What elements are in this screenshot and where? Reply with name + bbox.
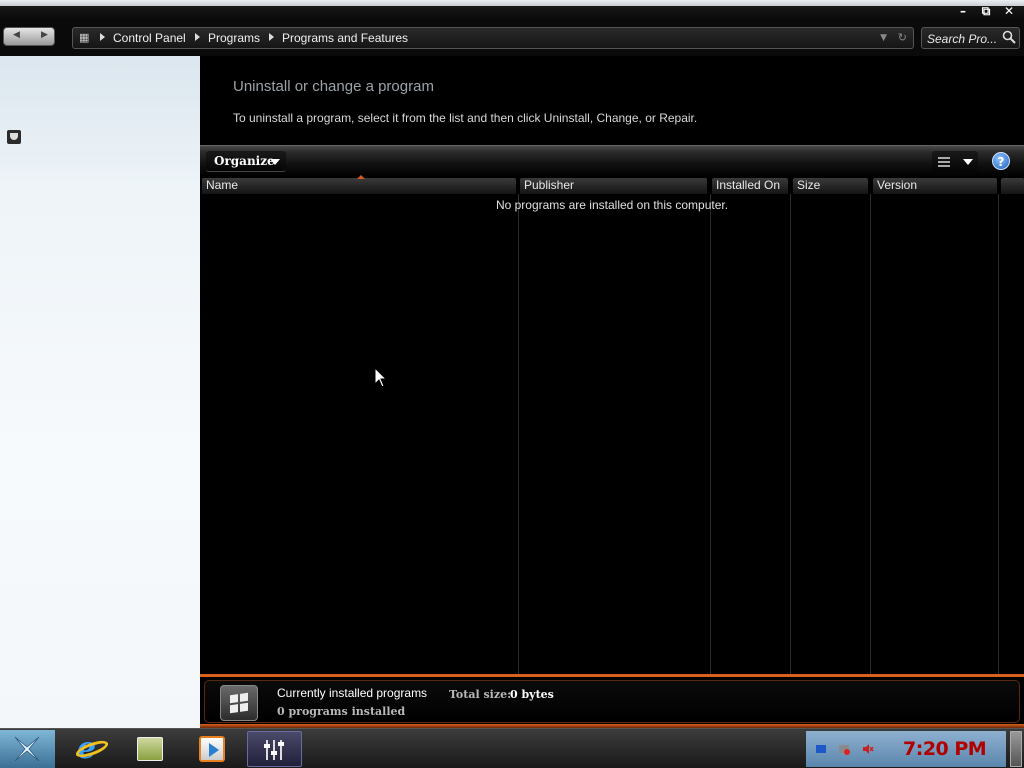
- column-header-name[interactable]: Name: [202, 175, 516, 194]
- show-desktop-button[interactable]: [1010, 731, 1022, 767]
- details-title: Currently installed programs: [277, 686, 428, 700]
- control-panel-icon: [262, 738, 286, 762]
- main-content: Uninstall or change a program To uninsta…: [200, 56, 1024, 728]
- desktop-screen: – ⧉ ✕ ◀ ▶ ▦ Control Panel Programs Progr…: [0, 0, 1024, 768]
- column-divider: [790, 194, 791, 674]
- column-header-label: Name: [206, 178, 239, 192]
- file-explorer-icon: [137, 737, 163, 761]
- close-button[interactable]: ✕: [998, 3, 1020, 19]
- taskbar-media-player[interactable]: [182, 731, 237, 767]
- column-header-size[interactable]: Size: [793, 178, 868, 194]
- column-header-version[interactable]: Version: [873, 178, 997, 194]
- details-panel: Currently installed programs Total size:…: [204, 680, 1020, 723]
- breadcrumb-separator[interactable]: [195, 33, 200, 41]
- organize-label: Organize: [214, 154, 275, 168]
- help-button[interactable]: ?: [992, 152, 1010, 170]
- chevron-down-icon: [963, 159, 973, 165]
- breadcrumb-control-panel[interactable]: Control Panel: [113, 31, 186, 45]
- taskbar: e 7:20 PM: [0, 728, 1024, 768]
- sort-arrow-icon: [357, 175, 365, 179]
- action-center-icon[interactable]: [838, 743, 850, 755]
- breadcrumb-separator[interactable]: [100, 33, 105, 41]
- change-view-button[interactable]: [932, 151, 978, 172]
- search-icon[interactable]: [1002, 30, 1016, 44]
- maximize-button[interactable]: ⧉: [975, 3, 997, 19]
- column-divider: [998, 194, 999, 674]
- back-forward-buttons[interactable]: ◀ ▶: [3, 27, 55, 46]
- back-arrow-icon[interactable]: ◀: [13, 30, 20, 40]
- navigation-pane: [0, 56, 200, 728]
- program-count: 0 programs installed: [277, 705, 406, 718]
- chevron-down-icon: [270, 159, 280, 165]
- column-divider: [870, 194, 871, 674]
- shield-icon[interactable]: [7, 130, 21, 144]
- system-tray: 7:20 PM: [806, 731, 1006, 767]
- refresh-icon[interactable]: ↻: [898, 31, 907, 44]
- column-divider: [518, 194, 519, 674]
- window-titlebar: – ⧉ ✕: [0, 0, 1024, 20]
- mouse-cursor-icon: [374, 367, 388, 388]
- breadcrumb-separator[interactable]: [269, 33, 274, 41]
- forward-arrow-icon[interactable]: ▶: [41, 30, 48, 40]
- taskbar-file-explorer[interactable]: [122, 731, 177, 767]
- volume-muted-icon[interactable]: [862, 743, 874, 755]
- search-input[interactable]: [927, 31, 997, 46]
- organize-button[interactable]: Organize: [206, 151, 286, 172]
- network-icon[interactable]: [815, 743, 827, 755]
- navigation-bar: ◀ ▶ ▦ Control Panel Programs Programs an…: [0, 20, 1024, 56]
- page-title: Uninstall or change a program: [233, 78, 434, 95]
- column-header-publisher[interactable]: Publisher: [520, 178, 707, 194]
- programs-icon: [220, 685, 258, 721]
- view-details-icon: [938, 157, 950, 167]
- breadcrumb-programs-and-features[interactable]: Programs and Features: [282, 31, 408, 45]
- details-pane: Currently installed programs Total size:…: [200, 674, 1024, 728]
- column-header-installed-on[interactable]: Installed On: [712, 178, 788, 194]
- minimize-button[interactable]: –: [952, 3, 974, 19]
- address-dropdown-icon[interactable]: ▼: [880, 33, 887, 43]
- total-size-label: Total size:: [449, 688, 512, 701]
- start-button[interactable]: [0, 730, 55, 768]
- column-header-overflow[interactable]: [1001, 178, 1024, 194]
- media-player-icon: [199, 736, 225, 762]
- control-panel-icon: ▦: [79, 31, 90, 44]
- command-toolbar: Organize ?: [200, 145, 1024, 177]
- start-icon: [14, 736, 40, 762]
- taskbar-control-panel[interactable]: [247, 731, 302, 767]
- breadcrumb-programs[interactable]: Programs: [208, 31, 260, 45]
- address-bar[interactable]: ▦ Control Panel Programs Programs and Fe…: [72, 27, 914, 49]
- taskbar-clock[interactable]: 7:20 PM: [903, 738, 987, 760]
- empty-list-message: No programs are installed on this comput…: [495, 198, 729, 212]
- taskbar-internet-explorer[interactable]: e: [62, 731, 117, 767]
- search-box[interactable]: [921, 27, 1020, 49]
- total-size-value: 0 bytes: [510, 688, 554, 701]
- column-divider: [710, 194, 711, 674]
- page-instructions: To uninstall a program, select it from t…: [233, 111, 698, 125]
